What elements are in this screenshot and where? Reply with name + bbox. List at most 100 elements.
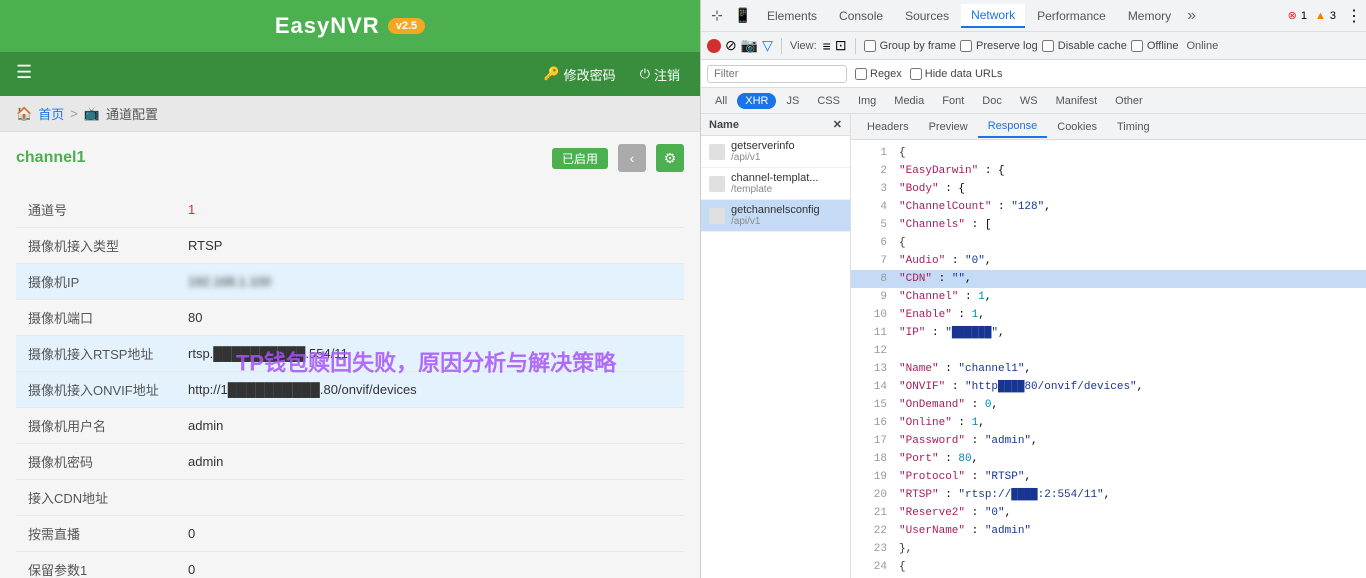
stop-record-btn[interactable]: ⊘ [725, 37, 737, 54]
tab-elements[interactable]: Elements [757, 5, 827, 27]
device-icon[interactable]: 📱 [731, 4, 755, 28]
tab-timing[interactable]: Timing [1107, 117, 1160, 137]
type-filter-manifest[interactable]: Manifest [1048, 93, 1106, 109]
json-line[interactable]: 13 "Name" : "channel1", [851, 360, 1366, 378]
config-row: 按需直播0 [16, 516, 684, 552]
view-screenshot-btn[interactable]: ⊡ [835, 37, 847, 54]
tab-network[interactable]: Network [961, 4, 1025, 28]
json-line[interactable]: 19 "Protocol" : "RTSP", [851, 468, 1366, 486]
hamburger-icon[interactable]: ☰ [16, 62, 32, 83]
json-line-content: "Password" : "admin", [899, 433, 1038, 449]
config-row: 摄像机接入RTSP地址rtsp.██████████.554/11 [16, 336, 684, 372]
json-line[interactable]: 4 "ChannelCount" : "128", [851, 198, 1366, 216]
record-btn[interactable] [707, 39, 721, 53]
channel-prev-btn[interactable]: ‹ [618, 144, 646, 172]
config-row: 保留参数10 [16, 552, 684, 578]
type-filter-img[interactable]: Img [850, 93, 884, 109]
json-viewer[interactable]: 1{2 "EasyDarwin" : {3 "Body" : {4 "Chann… [851, 140, 1366, 578]
json-line[interactable]: 24 { [851, 558, 1366, 576]
group-by-frame-group: Group by frame [864, 40, 956, 52]
json-line[interactable]: 6 { [851, 234, 1366, 252]
json-line-number: 16 [859, 415, 887, 431]
req-path: /api/v1 [731, 216, 820, 227]
tab-performance[interactable]: Performance [1027, 5, 1116, 27]
devtools-menu-icon[interactable]: ⋮ [1346, 6, 1362, 26]
offline-checkbox[interactable] [1131, 40, 1143, 52]
json-line-content: "EasyDarwin" : { [899, 163, 1005, 179]
type-filter-media[interactable]: Media [886, 93, 932, 109]
cursor-icon[interactable]: ⊹ [705, 4, 729, 28]
json-line[interactable]: 15 "OnDemand" : 0, [851, 396, 1366, 414]
json-line[interactable]: 17 "Password" : "admin", [851, 432, 1366, 450]
config-row: 摄像机接入类型RTSP [16, 228, 684, 264]
json-line[interactable]: 8 "CDN" : "", [851, 270, 1366, 288]
type-filter-all[interactable]: All [707, 93, 735, 109]
json-line[interactable]: 18 "Port" : 80, [851, 450, 1366, 468]
group-by-frame-checkbox[interactable] [864, 40, 876, 52]
tab-sources[interactable]: Sources [895, 5, 959, 27]
hide-data-urls-checkbox[interactable] [910, 68, 922, 80]
json-line[interactable]: 7 "Audio" : "0", [851, 252, 1366, 270]
config-row: 通道号1 [16, 192, 684, 228]
devtools-errors: ⊗ 1 ▲ 3 ⋮ [1288, 6, 1362, 26]
filter-row: Regex Hide data URLs [701, 60, 1366, 88]
type-filter-xhr[interactable]: XHR [737, 93, 776, 109]
config-value: 80 [176, 300, 684, 336]
json-line[interactable]: 23 }, [851, 540, 1366, 558]
type-filter-doc[interactable]: Doc [974, 93, 1010, 109]
type-filter-css[interactable]: CSS [809, 93, 848, 109]
tab-response[interactable]: Response [978, 116, 1048, 138]
type-filter-font[interactable]: Font [934, 93, 972, 109]
more-tabs-icon[interactable]: » [1183, 7, 1200, 25]
json-line[interactable]: 16 "Online" : 1, [851, 414, 1366, 432]
json-line-number: 2 [859, 163, 887, 179]
camera-btn[interactable]: 📷 [741, 37, 758, 54]
view-list-btn[interactable]: ≡ [823, 38, 831, 54]
json-line[interactable]: 12 [851, 342, 1366, 360]
json-line[interactable]: 1{ [851, 144, 1366, 162]
req-name: channel-templat... [731, 172, 818, 184]
tab-console[interactable]: Console [829, 5, 893, 27]
disable-cache-checkbox[interactable] [1042, 40, 1054, 52]
json-line[interactable]: 21 "Reserve2" : "0", [851, 504, 1366, 522]
tab-headers[interactable]: Headers [857, 117, 919, 137]
json-line-content: { [899, 559, 906, 575]
close-panel-btn[interactable]: ✕ [833, 118, 842, 131]
config-label: 摄像机密码 [16, 444, 176, 480]
json-line[interactable]: 10 "Enable" : 1, [851, 306, 1366, 324]
json-line[interactable]: 22 "UserName" : "admin" [851, 522, 1366, 540]
tab-cookies[interactable]: Cookies [1047, 117, 1107, 137]
json-line[interactable]: 20 "RTSP" : "rtsp://████:2:554/11", [851, 486, 1366, 504]
regex-checkbox[interactable] [855, 68, 867, 80]
json-line[interactable]: 2 "EasyDarwin" : { [851, 162, 1366, 180]
json-line[interactable]: 5 "Channels" : [ [851, 216, 1366, 234]
request-item[interactable]: getchannelsconfig /api/v1 [701, 200, 850, 232]
type-filter-ws[interactable]: WS [1012, 93, 1046, 109]
json-line[interactable]: 11 "IP" : "██████", [851, 324, 1366, 342]
channel-settings-btn[interactable]: ⚙ [656, 144, 684, 172]
json-line-number: 11 [859, 325, 887, 341]
change-password-btn[interactable]: 🔑 修改密码 [543, 65, 615, 84]
type-filter-other[interactable]: Other [1107, 93, 1151, 109]
json-line-content: "IP" : "██████", [899, 325, 1005, 341]
json-line-number: 9 [859, 289, 887, 305]
filter-input[interactable] [707, 65, 847, 83]
filter-btn[interactable]: ▽ [762, 37, 773, 54]
json-line-number: 10 [859, 307, 887, 323]
tab-memory[interactable]: Memory [1118, 5, 1181, 27]
group-by-frame-label: Group by frame [880, 40, 956, 52]
tab-preview[interactable]: Preview [919, 117, 978, 137]
req-path: /api/v1 [731, 152, 795, 163]
channel-status-badge[interactable]: 已启用 [552, 148, 608, 169]
type-filter-js[interactable]: JS [778, 93, 807, 109]
json-line-number: 19 [859, 469, 887, 485]
json-line[interactable]: 3 "Body" : { [851, 180, 1366, 198]
regex-label: Regex [870, 68, 902, 80]
request-item[interactable]: channel-templat... /template [701, 168, 850, 200]
json-line-number: 7 [859, 253, 887, 269]
request-item[interactable]: getserverinfo /api/v1 [701, 136, 850, 168]
json-line[interactable]: 9 "Channel" : 1, [851, 288, 1366, 306]
logout-btn[interactable]: ⏻ 注销 [640, 65, 680, 84]
preserve-log-checkbox[interactable] [960, 40, 972, 52]
json-line[interactable]: 14 "ONVIF" : "http████80/onvif/devices", [851, 378, 1366, 396]
